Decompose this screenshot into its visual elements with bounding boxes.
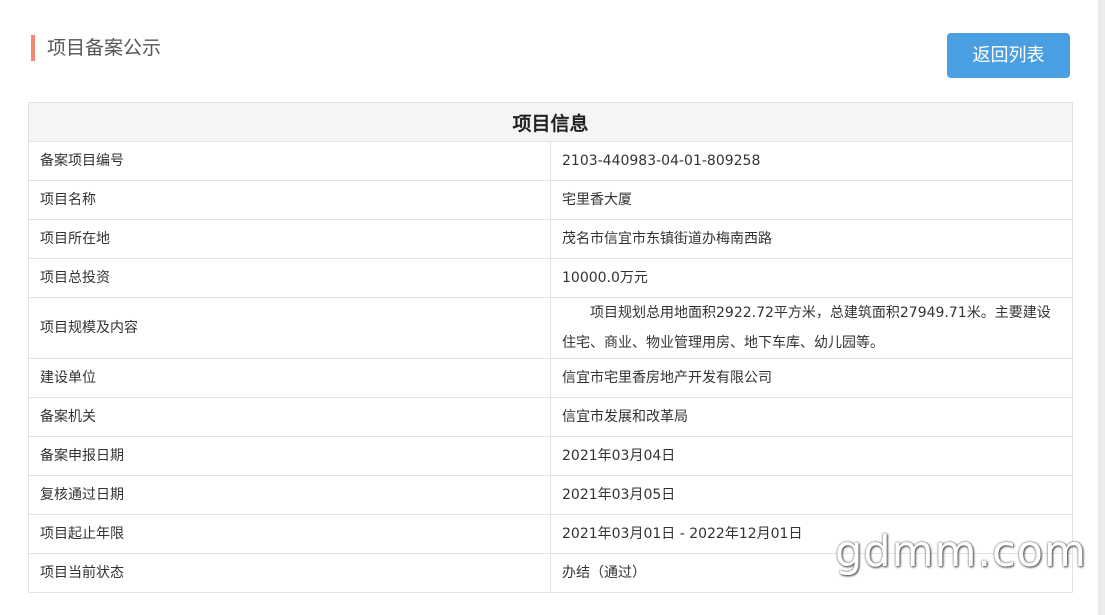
row-label: 项目名称: [28, 180, 551, 220]
row-value: 项目规划总用地面积2922.72平方米，总建筑面积27949.71米。主要建设住…: [550, 297, 1073, 359]
row-label: 项目当前状态: [28, 553, 551, 593]
page-scroll-edge: [1098, 0, 1105, 615]
row-label: 项目总投资: [28, 258, 551, 298]
table-row: 建设单位 信宜市宅里香房地产开发有限公司: [28, 358, 1073, 398]
title-accent-bar: [31, 35, 35, 61]
back-to-list-button[interactable]: 返回列表: [947, 33, 1070, 78]
row-label: 建设单位: [28, 358, 551, 398]
table-row: 项目名称 宅里香大厦: [28, 180, 1073, 220]
table-row: 备案申报日期 2021年03月04日: [28, 436, 1073, 476]
table-row: 项目起止年限 2021年03月01日 - 2022年12月01日: [28, 514, 1073, 554]
table-row: 备案机关 信宜市发展和改革局: [28, 397, 1073, 437]
table-row: 项目当前状态 办结（通过）: [28, 553, 1073, 593]
row-value: 2021年03月04日: [550, 436, 1073, 476]
row-value: 办结（通过）: [550, 553, 1073, 593]
table-row: 项目所在地 茂名市信宜市东镇街道办梅南西路: [28, 219, 1073, 259]
table-row: 项目规模及内容 项目规划总用地面积2922.72平方米，总建筑面积27949.7…: [28, 297, 1073, 359]
row-value: 宅里香大厦: [550, 180, 1073, 220]
row-label: 复核通过日期: [28, 475, 551, 515]
row-label: 备案申报日期: [28, 436, 551, 476]
row-value: 2021年03月01日 - 2022年12月01日: [550, 514, 1073, 554]
row-label: 备案机关: [28, 397, 551, 437]
row-value: 2021年03月05日: [550, 475, 1073, 515]
row-label: 项目起止年限: [28, 514, 551, 554]
row-value: 10000.0万元: [550, 258, 1073, 298]
row-label: 项目规模及内容: [28, 297, 551, 359]
table-heading-row: 项目信息: [28, 102, 1073, 142]
table-row: 备案项目编号 2103-440983-04-01-809258: [28, 141, 1073, 181]
project-info-table: 项目信息 备案项目编号 2103-440983-04-01-809258 项目名…: [28, 102, 1073, 593]
row-label: 备案项目编号: [28, 141, 551, 181]
row-value: 信宜市宅里香房地产开发有限公司: [550, 358, 1073, 398]
table-heading: 项目信息: [28, 102, 1073, 142]
row-value: 2103-440983-04-01-809258: [550, 141, 1073, 181]
table-row: 复核通过日期 2021年03月05日: [28, 475, 1073, 515]
row-value: 信宜市发展和改革局: [550, 397, 1073, 437]
row-label: 项目所在地: [28, 219, 551, 259]
page-title: 项目备案公示: [47, 37, 162, 59]
content-card: 项目备案公示 返回列表 项目信息 备案项目编号 2103-440983-04-0…: [0, 0, 1098, 615]
row-value: 茂名市信宜市东镇街道办梅南西路: [550, 219, 1073, 259]
table-row: 项目总投资 10000.0万元: [28, 258, 1073, 298]
